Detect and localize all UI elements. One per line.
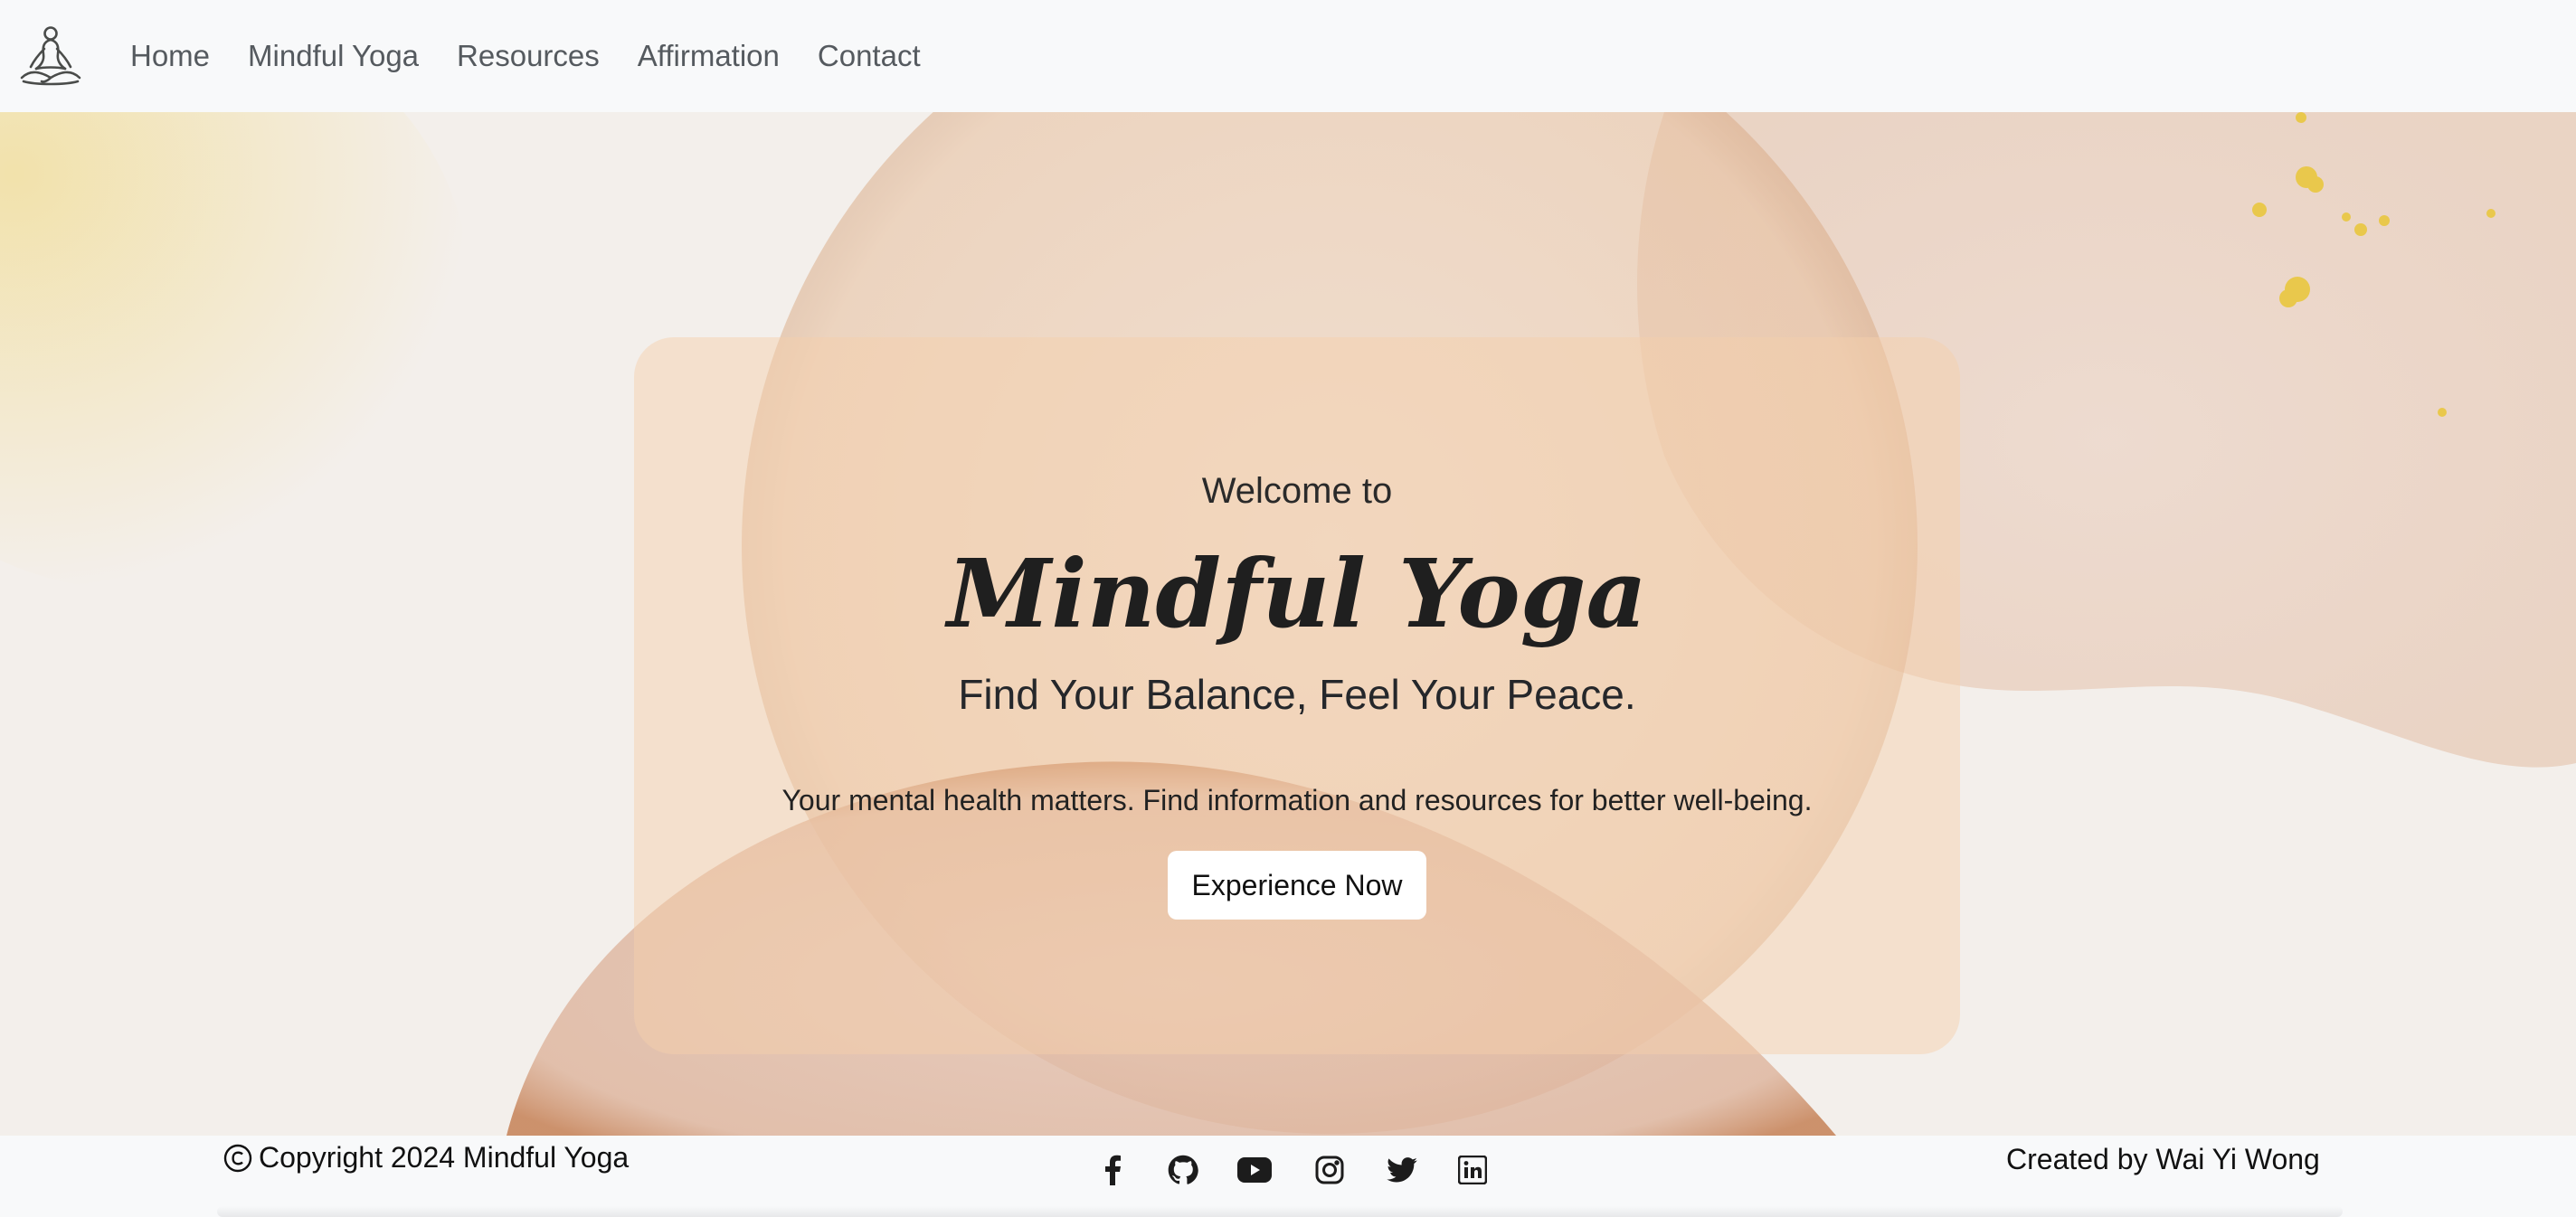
- footer: Copyright 2024 Mindful Yoga Created by W…: [0, 1136, 2576, 1217]
- meditation-figure-icon[interactable]: [16, 22, 85, 90]
- nav-resources-link[interactable]: Resources: [457, 39, 600, 73]
- social-links: [1096, 1154, 1489, 1186]
- linkedin-icon[interactable]: [1456, 1154, 1489, 1186]
- welcome-text: Welcome to: [1201, 471, 1393, 511]
- hero-section: Welcome to Mindful Yoga Find Your Balanc…: [0, 112, 2576, 1136]
- description: Your mental health matters. Find informa…: [781, 784, 1813, 816]
- facebook-icon[interactable]: [1096, 1154, 1129, 1186]
- nav-affirmation-link[interactable]: Affirmation: [638, 39, 780, 73]
- twitter-icon[interactable]: [1386, 1154, 1418, 1186]
- copyright-text: Copyright 2024 Mindful Yoga: [259, 1141, 630, 1174]
- copyright-icon: [223, 1144, 252, 1172]
- navbar: Home Mindful Yoga Resources Affirmation …: [0, 0, 2576, 112]
- hero-card: Welcome to Mindful Yoga Find Your Balanc…: [634, 337, 1960, 1054]
- instagram-icon[interactable]: [1313, 1154, 1346, 1186]
- brand-title: Mindful Yoga: [634, 529, 1960, 665]
- brand-title-text: Mindful Yoga: [944, 538, 1647, 649]
- credit-text: Created by Wai Yi Wong: [2006, 1143, 2320, 1175]
- copyright: Copyright 2024 Mindful Yoga: [223, 1141, 629, 1175]
- nav-home-link[interactable]: Home: [130, 39, 210, 73]
- tagline: Find Your Balance, Feel Your Peace.: [958, 671, 1636, 718]
- nav-contact-link[interactable]: Contact: [818, 39, 921, 73]
- footer-shadow: [217, 1206, 2343, 1217]
- github-icon[interactable]: [1167, 1154, 1199, 1186]
- nav-links: Home Mindful Yoga Resources Affirmation …: [130, 39, 959, 73]
- page: Home Mindful Yoga Resources Affirmation …: [0, 0, 2576, 1217]
- nav-mindful-yoga-link[interactable]: Mindful Yoga: [248, 39, 419, 73]
- youtube-icon[interactable]: [1237, 1154, 1272, 1186]
- experience-now-button[interactable]: Experience Now: [1168, 851, 1426, 920]
